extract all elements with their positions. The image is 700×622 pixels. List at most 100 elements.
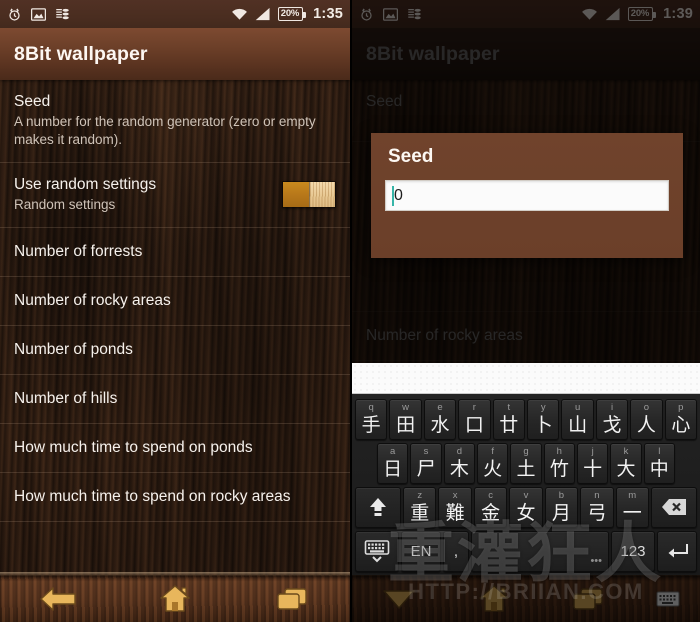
key-g[interactable]: g 土	[510, 442, 542, 484]
nav-home-button[interactable]	[143, 579, 207, 619]
key-h[interactable]: h 竹	[543, 442, 575, 484]
key-cangjie-label: 火	[483, 458, 503, 480]
key-t[interactable]: t 廿	[492, 398, 525, 440]
soft-keyboard: q 手 w 田 e 水 r 口 t 廿 y 卜 u 山 i 戈 o 人 p 心 …	[352, 363, 700, 575]
pref-use-random-settings[interactable]: Use random settings Random settings	[0, 163, 350, 228]
key-l[interactable]: l 中	[643, 442, 675, 484]
seed-input-field[interactable]: 0	[385, 180, 669, 211]
key-r[interactable]: r 口	[458, 398, 491, 440]
key-cangjie-label: 女	[516, 502, 536, 524]
pref-summary: Random settings	[14, 197, 116, 212]
back-arrow-icon	[40, 586, 77, 611]
dialog-title: Seed	[388, 146, 434, 167]
cellular-signal-icon	[255, 7, 270, 21]
key-cangjie-label: 日	[383, 458, 403, 480]
key-cangjie-label: 竹	[549, 458, 569, 480]
backspace-key[interactable]	[650, 486, 697, 528]
keyboard-row-1: q 手 w 田 e 水 r 口 t 廿 y 卜 u 山 i 戈 o 人 p 心	[353, 397, 699, 441]
status-bar-notification-icons	[7, 7, 70, 22]
key-f[interactable]: f 火	[477, 442, 509, 484]
pref-summary: A number for the random generator (zero …	[14, 114, 316, 147]
key-s[interactable]: s 尸	[410, 442, 442, 484]
gallery-image-icon	[31, 7, 46, 21]
home-icon	[160, 584, 190, 612]
key-latin-label: z	[417, 489, 423, 501]
key-z[interactable]: z 重	[403, 486, 437, 528]
shift-key[interactable]	[355, 486, 402, 528]
key-v[interactable]: v 女	[509, 486, 543, 528]
recent-apps-icon	[276, 587, 307, 610]
key-cangjie-label: 土	[516, 458, 536, 480]
key-m[interactable]: m 一	[615, 486, 649, 528]
key-j[interactable]: j 十	[576, 442, 609, 484]
pref-number-of-rocky-areas[interactable]: Number of rocky areas	[0, 277, 350, 326]
pref-title: Seed	[14, 93, 51, 110]
key-cangjie-label: 弓	[587, 502, 607, 524]
key-cangjie-label: 一	[622, 502, 642, 524]
key-q[interactable]: q 手	[354, 398, 388, 440]
numbers-key-label: 123	[620, 542, 646, 560]
toggle-thumb	[308, 182, 335, 207]
keyboard-keys: q 手 w 田 e 水 r 口 t 廿 y 卜 u 山 i 戈 o 人 p 心 …	[352, 394, 700, 575]
key-n[interactable]: n 弓	[580, 486, 614, 528]
pref-number-of-ponds[interactable]: Number of ponds	[0, 326, 350, 375]
pref-title: Number of rocky areas	[14, 291, 171, 309]
candidate-suggestion-bar[interactable]	[352, 363, 700, 394]
status-bar: 20% 1:35	[0, 0, 350, 28]
status-bar-clock: 1:35	[313, 6, 343, 22]
key-b[interactable]: b 月	[544, 486, 579, 528]
key-latin-label: a	[390, 445, 396, 457]
key-latin-label: i	[610, 401, 614, 413]
key-cangjie-label: 難	[445, 502, 465, 524]
preference-list: Seed A number for the random generator (…	[0, 80, 350, 522]
key-o[interactable]: o 人	[630, 398, 663, 440]
nav-recents-button[interactable]	[260, 579, 324, 619]
pref-seed[interactable]: Seed A number for the random generator (…	[0, 80, 350, 163]
pref-title: Number of ponds	[14, 340, 133, 358]
key-p[interactable]: p 心	[664, 398, 698, 440]
keyboard-row-2: a 日 s 尸 d 木 f 火 g 土 h 竹 j 十 k 大 l 中	[353, 441, 699, 485]
system-navigation-bar	[0, 572, 350, 622]
key-cangjie-label: 山	[568, 414, 588, 436]
key-latin-label: w	[402, 401, 410, 413]
key-cangjie-label: 手	[361, 414, 381, 436]
data-stack-icon	[56, 8, 69, 20]
alarm-clock-icon	[9, 8, 20, 21]
numbers-key[interactable]: 123	[611, 530, 655, 572]
status-bar-system-icons: 20% 1:35	[231, 6, 343, 22]
key-e[interactable]: e 水	[423, 398, 457, 440]
key-d[interactable]: d 木	[443, 442, 475, 484]
key-w[interactable]: w 田	[389, 398, 422, 440]
key-i[interactable]: i 戈	[595, 398, 629, 440]
key-latin-label: p	[678, 401, 684, 413]
comma-key[interactable]: ,	[443, 530, 469, 572]
pref-number-of-forrests[interactable]: Number of forrests	[0, 228, 350, 277]
nav-back-button[interactable]	[26, 579, 90, 619]
switch-keyboard-key[interactable]	[355, 530, 399, 572]
pref-time-on-rocky-areas[interactable]: How much time to spend on rocky areas	[0, 473, 350, 522]
key-y[interactable]: y 卜	[527, 398, 560, 440]
key-latin-label: s	[423, 445, 429, 457]
key-cangjie-label: 人	[636, 414, 656, 436]
key-latin-label: l	[658, 445, 661, 457]
pref-time-on-ponds[interactable]: How much time to spend on ponds	[0, 424, 350, 473]
action-bar: 8Bit wallpaper	[0, 28, 350, 80]
key-latin-label: k	[623, 445, 629, 457]
language-key[interactable]: EN	[401, 530, 441, 572]
key-latin-label: h	[556, 445, 562, 457]
key-c[interactable]: c 金	[473, 486, 508, 528]
space-key[interactable]: •••	[471, 530, 609, 572]
comma-key-label: ,	[453, 542, 459, 560]
random-settings-toggle[interactable]	[282, 181, 336, 208]
right-phone-screen: 20% 1:39 8Bit wallpaper Seed Number of r…	[350, 0, 700, 622]
key-cangjie-label: 卜	[533, 414, 553, 436]
key-cangjie-label: 大	[616, 458, 636, 480]
key-a[interactable]: a 日	[377, 442, 409, 484]
pref-number-of-hills[interactable]: Number of hills	[0, 375, 350, 424]
key-x[interactable]: x 難	[438, 486, 472, 528]
key-latin-label: m	[628, 489, 637, 501]
battery-indicator: 20%	[277, 7, 307, 21]
key-u[interactable]: u 山	[561, 398, 594, 440]
key-k[interactable]: k 大	[610, 442, 642, 484]
enter-key[interactable]	[657, 530, 697, 572]
